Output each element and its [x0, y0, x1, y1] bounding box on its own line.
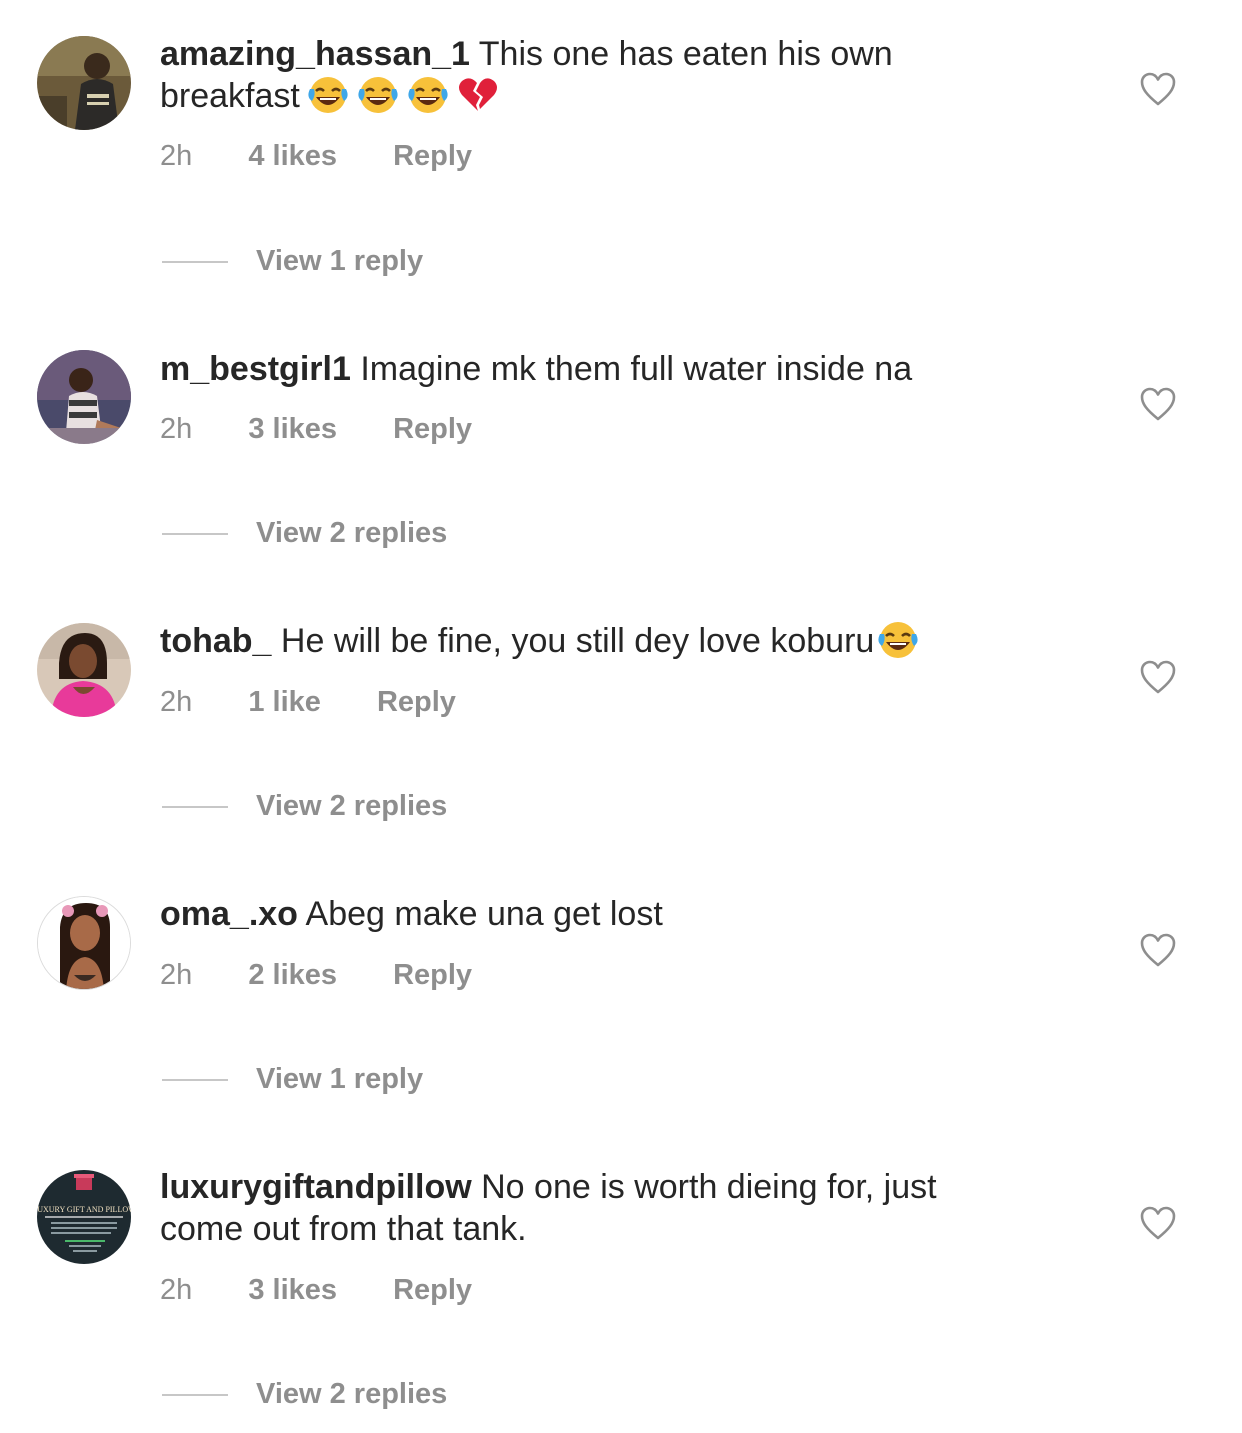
- comment-likes[interactable]: 2 likes: [248, 958, 337, 992]
- replies-divider: [162, 533, 228, 535]
- comment-body: Imagine mk them full water inside na: [360, 350, 913, 388]
- comment-time: 2h: [160, 1274, 193, 1306]
- reply-button[interactable]: Reply: [393, 139, 472, 173]
- view-replies-label[interactable]: View 2 replies: [256, 789, 447, 823]
- comment-body: Abeg make una get lost: [305, 895, 663, 933]
- comment-username[interactable]: tohab_: [160, 622, 271, 660]
- comment-username[interactable]: m_bestgirl1: [160, 350, 351, 388]
- avatar[interactable]: [37, 896, 131, 990]
- replies-divider: [162, 261, 228, 263]
- view-replies-label[interactable]: View 2 replies: [256, 516, 447, 550]
- broken-heart-emoji-icon: [458, 78, 497, 111]
- comment-body: come out from that tank.: [160, 1210, 527, 1248]
- comment-body: This one has eaten his own: [478, 35, 893, 73]
- heart-outline-icon[interactable]: [1139, 71, 1177, 107]
- laughing-tears-emoji-icon: [308, 77, 348, 113]
- comment-likes[interactable]: 3 likes: [248, 412, 337, 446]
- heart-outline-icon[interactable]: [1139, 659, 1177, 695]
- comment-meta: 2h 1 like Reply: [160, 685, 456, 719]
- comment-text: oma_.xo Abeg make una get lost: [160, 893, 1060, 935]
- avatar-logo-text: LUXURY GIFT AND PILLOW: [37, 1205, 131, 1214]
- comment-meta: 2h 3 likes Reply: [160, 412, 472, 446]
- reply-button[interactable]: Reply: [393, 1273, 472, 1307]
- heart-outline-icon[interactable]: [1139, 932, 1177, 968]
- view-replies-label[interactable]: View 2 replies: [256, 1377, 447, 1411]
- avatar[interactable]: [37, 350, 131, 444]
- comment-username[interactable]: luxurygiftandpillow: [160, 1168, 472, 1206]
- comment-text: tohab_ He will be fine, you still dey lo…: [160, 620, 1060, 662]
- comment-username[interactable]: amazing_hassan_1: [160, 35, 470, 73]
- heart-outline-icon[interactable]: [1139, 1205, 1177, 1241]
- comment-likes[interactable]: 3 likes: [248, 1273, 337, 1307]
- laughing-tears-emoji-icon: [408, 77, 448, 113]
- comment-likes[interactable]: 1 like: [248, 685, 321, 719]
- laughing-tears-emoji-icon: [358, 77, 398, 113]
- view-replies-label[interactable]: View 1 reply: [256, 244, 423, 278]
- avatar[interactable]: LUXURY GIFT AND PILLOW: [37, 1170, 131, 1264]
- replies-divider: [162, 806, 228, 808]
- laughing-tears-emoji-icon: [878, 622, 918, 658]
- heart-outline-icon[interactable]: [1139, 386, 1177, 422]
- comment-likes[interactable]: 4 likes: [248, 139, 337, 173]
- comment-time: 2h: [160, 686, 193, 718]
- comment-body: No one is worth dieing for, just: [481, 1168, 937, 1206]
- reply-button[interactable]: Reply: [377, 685, 456, 719]
- comment-body: breakfast: [160, 77, 300, 115]
- comment-meta: 2h 2 likes Reply: [160, 958, 472, 992]
- comment-meta: 2h 3 likes Reply: [160, 1273, 472, 1307]
- comment-meta: 2h 4 likes Reply: [160, 139, 472, 173]
- view-replies-label[interactable]: View 1 reply: [256, 1062, 423, 1096]
- replies-divider: [162, 1079, 228, 1081]
- avatar[interactable]: [37, 36, 131, 130]
- comment-time: 2h: [160, 140, 193, 172]
- comment-time: 2h: [160, 413, 193, 445]
- replies-divider: [162, 1394, 228, 1396]
- comment-body: He will be fine, you still dey love kobu…: [280, 622, 875, 660]
- reply-button[interactable]: Reply: [393, 958, 472, 992]
- comment-username[interactable]: oma_.xo: [160, 895, 298, 933]
- comment-text: m_bestgirl1 Imagine mk them full water i…: [160, 348, 1060, 390]
- reply-button[interactable]: Reply: [393, 412, 472, 446]
- comment-text: luxurygiftandpillow No one is worth diei…: [160, 1166, 1060, 1250]
- comment-time: 2h: [160, 959, 193, 991]
- avatar[interactable]: [37, 623, 131, 717]
- comment-text: amazing_hassan_1 This one has eaten his …: [160, 33, 1060, 117]
